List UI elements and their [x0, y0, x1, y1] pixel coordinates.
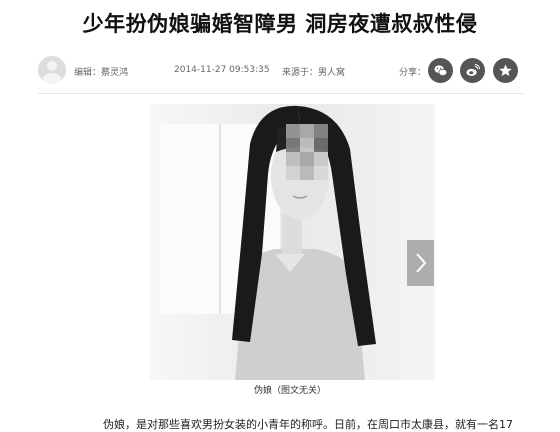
favorite-star-icon	[499, 64, 512, 77]
share-label: 分享：	[399, 68, 427, 78]
next-image-button[interactable]	[407, 240, 434, 286]
chevron-right-icon	[415, 253, 426, 273]
weibo-icon	[466, 63, 480, 76]
article-title: 少年扮伪娘骗婚智障男 洞房夜遭叔叔性侵	[82, 12, 478, 36]
publish-datetime: 2014-11-27 09:53:35	[174, 65, 270, 75]
wechat-icon	[434, 65, 448, 76]
share-wechat-button[interactable]	[428, 58, 453, 83]
article-source: 来源于：男人窝	[282, 68, 346, 78]
editor-name: 编辑：蔡灵鸿	[74, 68, 129, 78]
share-weibo-button[interactable]	[460, 58, 485, 83]
image-caption: 伪娘（图文无关）	[253, 386, 326, 396]
article-photo	[150, 104, 435, 380]
meta-divider	[38, 93, 524, 94]
article-meta-bar: 编辑：蔡灵鸿 2014-11-27 09:53:35 来源于：男人窝 分享：	[38, 56, 524, 86]
share-favorite-button[interactable]	[493, 58, 518, 83]
editor-avatar	[38, 56, 66, 84]
